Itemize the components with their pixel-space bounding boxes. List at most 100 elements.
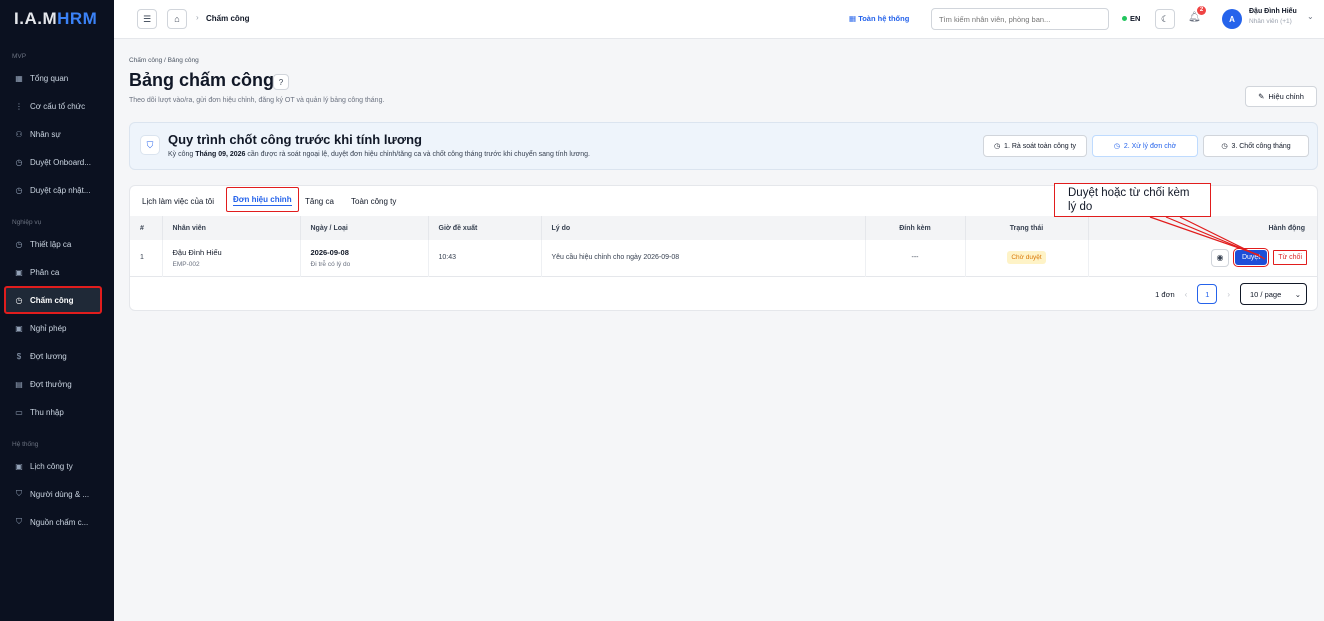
sidebar-item-bonus[interactable]: ▤ Đợt thưởng (0, 370, 114, 398)
app-logo[interactable]: I.A.M HRM (0, 0, 114, 38)
breadcrumb: Chấm công / Bảng công (129, 57, 199, 64)
search-input[interactable] (931, 8, 1109, 30)
sidebar-item-shift-setup[interactable]: ◷ Thiết lập ca (0, 230, 114, 258)
wallet-icon: ▭ (15, 407, 23, 417)
language-switch[interactable]: EN (1122, 14, 1140, 23)
total-count: 1 đơn (1155, 289, 1175, 299)
clock-icon: ◷ (1113, 143, 1120, 150)
clock-icon: ◷ (993, 143, 1001, 150)
table-row: 1 Đậu Đình Hiếu EMP-002 2026-09-08 Đi trễ … (130, 240, 1317, 276)
next-page-icon[interactable]: › (1227, 290, 1230, 299)
header-breadcrumb[interactable]: Chấm công (206, 14, 250, 23)
process-banner: ⛉ Quy trình chốt công trước khi tính lươ… (129, 122, 1318, 170)
page-1-button[interactable]: 1 (1197, 284, 1218, 304)
sidebar: I.A.M HRM MVP ▦ Tổng quan ⋮ Cơ cấu tổ chức … (0, 0, 114, 621)
building-icon: ▦ (15, 73, 23, 83)
request-type: Đi trễ có lý do (310, 260, 351, 268)
col-proposed-time: Giờ đề xuất (428, 216, 542, 240)
cell-time: 10:43 (428, 240, 542, 276)
moon-icon: ☾ (1160, 13, 1170, 24)
col-index: # (130, 216, 163, 240)
col-actions: Hành động (1268, 224, 1305, 232)
sidebar-item-company-calendar[interactable]: ▣ Lịch công ty (0, 452, 114, 480)
sidebar-section-operations: Nghiệp vụ (12, 219, 42, 226)
step-process-pending[interactable]: ◷ 2. Xử lý đơn chờ (1092, 135, 1198, 157)
col-employee: Nhân viên (162, 216, 301, 240)
sidebar-item-attendance-source[interactable]: ⛉ Nguồn chấm c... (0, 508, 114, 536)
tab-overtime[interactable]: Tăng ca (305, 197, 334, 206)
calendar-icon: ▣ (15, 323, 23, 333)
avatar[interactable]: A (1222, 9, 1242, 29)
user-menu[interactable]: Đậu Đình Hiếu Nhân viên (+1) (1249, 8, 1297, 25)
system-wide-link[interactable]: ▦ Toàn hệ thống (849, 14, 909, 23)
sidebar-item-payroll[interactable]: $ Đợt lương (0, 342, 114, 370)
chevron-down-icon: ⌄ (1294, 289, 1301, 299)
clock-icon: ◷ (1221, 143, 1228, 150)
clock-icon: ◷ (15, 157, 23, 167)
col-attachment: Đính kèm (865, 216, 966, 240)
page-subtitle: Theo dõi lượt vào/ra, gửi đơn hiệu chỉnh… (129, 97, 385, 104)
chevron-down-icon[interactable]: ⌄ (1307, 12, 1314, 21)
cell-reason: Yêu cầu hiệu chỉnh cho ngày 2026-09-08 (541, 240, 866, 276)
user-role: Nhân viên (+1) (1249, 18, 1292, 25)
home-button[interactable]: ⌂ (167, 9, 187, 29)
cell-index: 1 (130, 240, 163, 276)
shield-icon: ⛉ (16, 517, 22, 526)
requests-table: # Nhân viên Ngày / Loại Giờ đề xuất Lý d… (130, 216, 1317, 277)
prev-page-icon[interactable]: ‹ (1185, 290, 1188, 299)
users-icon: ⚇ (15, 129, 23, 139)
sidebar-item-employees[interactable]: ⚇ Nhân sự (0, 120, 114, 148)
col-reason: Lý do (541, 216, 866, 240)
cell-status: Chờ duyệt (965, 240, 1089, 276)
cell-attachment: --- (865, 240, 966, 276)
shield-icon: ⛉ (16, 489, 22, 498)
sidebar-item-overview[interactable]: ▦ Tổng quan (0, 64, 114, 92)
cell-employee: Đậu Đình Hiếu EMP-002 (162, 240, 301, 276)
building-icon: ▦ (849, 14, 857, 23)
tree-icon: ⋮ (15, 101, 23, 111)
annotation-callout: Duyệt hoặc từ chối kèm lý do (1054, 183, 1211, 217)
theme-toggle-button[interactable]: ☾ (1155, 9, 1175, 29)
sidebar-section-mvp: MVP (12, 53, 27, 60)
main-content: Chấm công / Bảng công Bảng chấm công ? T… (114, 40, 1324, 621)
request-date: 2026-09-08 (310, 247, 349, 257)
hamburger-icon: ☰ (142, 13, 152, 24)
dollar-icon: $ (16, 351, 22, 361)
pagination: 1 đơn ‹ 1 › 10 / page ⌄ (1155, 283, 1307, 305)
page-size-select[interactable]: 10 / page ⌄ (1240, 283, 1307, 305)
menu-toggle-button[interactable]: ☰ (137, 9, 157, 29)
step-close-month[interactable]: ◷ 3. Chốt công tháng (1203, 135, 1309, 157)
cell-actions: ◉ Duyệt Từ chối (1088, 240, 1317, 276)
process-title: Quy trình chốt công trước khi tính lương (168, 132, 422, 147)
sidebar-item-update-approval[interactable]: ◷ Duyệt cập nhật... (0, 176, 114, 204)
employee-code: EMP-002 (172, 260, 200, 268)
sidebar-item-leave[interactable]: ▣ Nghỉ phép (0, 314, 114, 342)
tab-company-wide[interactable]: Toàn công ty (351, 197, 396, 206)
reject-button[interactable]: Từ chối (1273, 250, 1307, 266)
sidebar-item-users-roles[interactable]: ⛉ Người dùng & ... (0, 480, 114, 508)
col-status: Trạng thái (965, 216, 1089, 240)
notification-badge: 2 (1197, 6, 1206, 15)
top-header: ☰ ⌂ › Chấm công ▦ Toàn hệ thống EN ☾ 🔔︎ … (114, 0, 1324, 39)
approve-button[interactable]: Duyệt (1232, 248, 1270, 268)
table-header-row: # Nhân viên Ngày / Loại Giờ đề xuất Lý d… (130, 216, 1317, 240)
eye-icon: ◉ (1216, 253, 1224, 263)
clock-icon: ◷ (15, 239, 23, 249)
calendar-icon: ▣ (15, 267, 23, 277)
tab-adjustment-requests[interactable]: Đơn hiệu chỉnh (226, 187, 299, 212)
sidebar-item-income[interactable]: ▭ Thu nhập (0, 398, 114, 426)
sidebar-item-shift-assign[interactable]: ▣ Phân ca (0, 258, 114, 286)
edit-button[interactable]: ✎ Hiệu chỉnh (1245, 86, 1317, 107)
process-description: Kỳ công Tháng 09, 2026 cần được rà soát … (168, 151, 590, 158)
step-review-company[interactable]: ◷ 1. Rà soát toàn công ty (983, 135, 1087, 157)
question-icon: ? (278, 77, 284, 87)
status-dot-icon (1122, 16, 1127, 21)
view-button[interactable]: ◉ (1210, 248, 1229, 267)
sidebar-item-org-structure[interactable]: ⋮ Cơ cấu tổ chức (0, 92, 114, 120)
pencil-icon: ✎ (1258, 92, 1265, 101)
sidebar-item-attendance[interactable]: ◷ Chấm công (4, 286, 102, 314)
sidebar-item-onboard-approval[interactable]: ◷ Duyệt Onboard... (0, 148, 114, 176)
tab-my-schedule[interactable]: Lịch làm việc của tôi (142, 197, 214, 206)
employee-name: Đậu Đình Hiếu (172, 247, 222, 257)
help-button[interactable]: ? (273, 74, 289, 90)
